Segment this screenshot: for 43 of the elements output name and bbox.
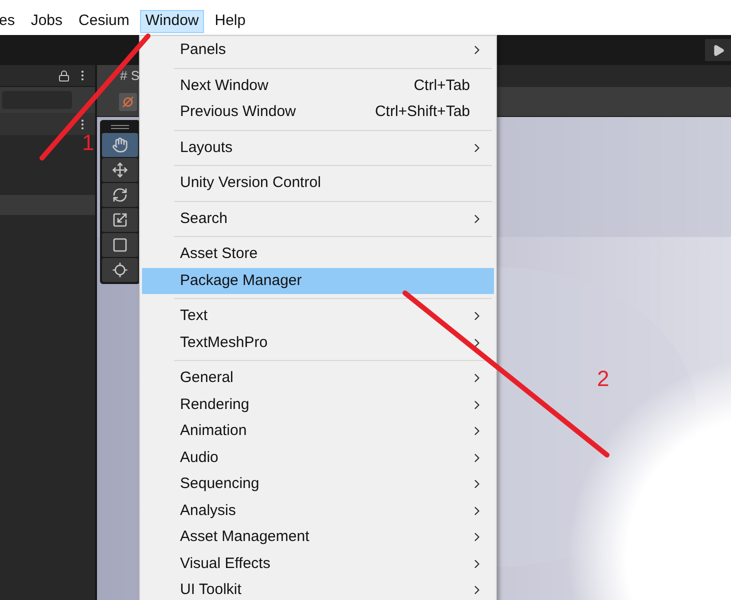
scale-icon xyxy=(112,212,128,228)
play-icon xyxy=(712,44,724,56)
hand-icon xyxy=(112,137,128,153)
menu-item[interactable]: TextMeshPro xyxy=(142,330,494,356)
menu-item[interactable]: Text xyxy=(142,303,494,330)
menu-item[interactable]: Package Manager xyxy=(142,268,494,294)
menu-item[interactable]: Asset Management xyxy=(142,524,494,550)
menu-item[interactable]: Visual Effects xyxy=(142,550,494,577)
menu-item[interactable]: Audio xyxy=(142,444,494,471)
menu-bar-item[interactable]: Jobs xyxy=(26,10,68,33)
play-button[interactable] xyxy=(705,39,731,61)
menu-item[interactable]: Unity Version Control xyxy=(142,170,494,196)
tool-button[interactable] xyxy=(102,183,138,207)
menu-bar-item[interactable]: es xyxy=(0,10,20,33)
tool-button[interactable] xyxy=(102,233,138,257)
menu-item[interactable]: Search xyxy=(142,206,494,232)
menu-item[interactable]: Analysis xyxy=(142,498,494,524)
tool-button[interactable] xyxy=(102,208,138,232)
shortcut-label: Ctrl+Tab xyxy=(414,76,470,96)
menu-bar-item[interactable]: Help xyxy=(210,10,251,33)
menu-item[interactable]: Asset Store xyxy=(142,241,494,268)
menu-item[interactable]: Sequencing xyxy=(142,471,494,498)
menu-item[interactable]: General xyxy=(142,365,494,392)
crosshair-icon xyxy=(112,262,128,278)
gizmo-toggle[interactable] xyxy=(119,92,137,110)
rect-icon xyxy=(112,237,128,253)
shortcut-label: Ctrl+Shift+Tab xyxy=(374,102,470,122)
lock-icon[interactable] xyxy=(58,70,70,82)
menu-bar-item[interactable]: Cesium xyxy=(74,10,134,33)
menu-item[interactable]: UI Toolkit xyxy=(142,577,494,600)
menu-item[interactable]: Animation xyxy=(142,418,494,444)
tool-button[interactable] xyxy=(102,258,138,282)
tool-button[interactable] xyxy=(102,158,138,182)
menu-bar-item[interactable]: Window xyxy=(140,10,204,33)
rotate-icon xyxy=(112,187,128,203)
tool-button[interactable] xyxy=(102,133,138,157)
drag-handle[interactable] xyxy=(111,125,129,129)
annotation-label: 2 xyxy=(597,368,610,390)
move-icon xyxy=(112,162,128,178)
menu-item[interactable]: Rendering xyxy=(142,392,494,418)
annotation-label: 1 xyxy=(82,132,94,154)
menu-item[interactable]: Layouts xyxy=(142,134,494,161)
menu-item[interactable]: Previous Window Ctrl+Shift+Tab xyxy=(142,99,494,126)
